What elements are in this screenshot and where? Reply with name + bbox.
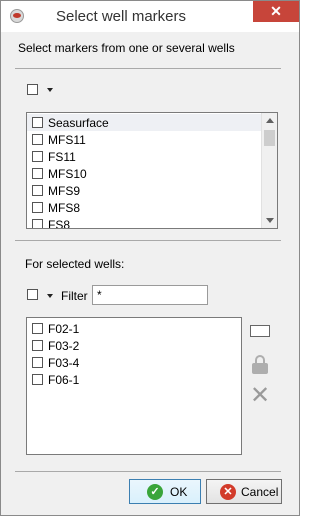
marker-label: MFS11 xyxy=(48,133,86,147)
dialog-window: Select well markers ✕ Select markers fro… xyxy=(0,0,300,516)
well-checkbox[interactable] xyxy=(32,357,43,368)
list-item[interactable]: MFS11 xyxy=(27,131,277,148)
marker-label: MFS8 xyxy=(48,201,81,215)
scroll-down-arrow-icon[interactable] xyxy=(266,218,274,223)
well-label: F06-1 xyxy=(48,373,80,387)
filter-label: Filter xyxy=(61,289,88,303)
markers-list[interactable]: Seasurface MFS11 FS11 MFS10 MFS9 MFS8 FS… xyxy=(26,112,278,229)
marker-checkbox[interactable] xyxy=(32,185,43,196)
marker-label: Seasurface xyxy=(48,116,109,130)
marker-checkbox[interactable] xyxy=(32,151,43,162)
list-item[interactable]: F03-2 xyxy=(27,337,241,354)
markers-menu-arrow-icon[interactable] xyxy=(47,88,53,92)
list-item[interactable]: MFS9 xyxy=(27,182,277,199)
markers-scrollbar[interactable] xyxy=(261,113,277,228)
marker-checkbox[interactable] xyxy=(32,219,43,228)
marker-checkbox[interactable] xyxy=(32,202,43,213)
select-all-wells-checkbox[interactable] xyxy=(27,289,38,300)
title-bar: Select well markers ✕ xyxy=(1,1,299,32)
marker-label: FS11 xyxy=(48,150,76,164)
marker-checkbox[interactable] xyxy=(32,134,43,145)
list-item[interactable]: FS11 xyxy=(27,148,277,165)
markers-heading: Select markers from one or several wells xyxy=(18,41,235,55)
close-button[interactable]: ✕ xyxy=(253,1,299,22)
list-item[interactable]: MFS8 xyxy=(27,199,277,216)
divider xyxy=(15,240,281,241)
scroll-thumb[interactable] xyxy=(264,130,275,146)
well-checkbox[interactable] xyxy=(32,323,43,334)
list-item[interactable]: MFS10 xyxy=(27,165,277,182)
marker-label: MFS10 xyxy=(48,167,87,181)
well-checkbox[interactable] xyxy=(32,374,43,385)
remove-icon: ✕ xyxy=(249,382,271,409)
scroll-up-arrow-icon[interactable] xyxy=(266,118,274,123)
rename-button[interactable] xyxy=(249,320,271,342)
cancel-icon: ✕ xyxy=(220,484,236,500)
rename-icon xyxy=(250,325,270,337)
marker-checkbox[interactable] xyxy=(32,117,43,128)
well-checkbox[interactable] xyxy=(32,340,43,351)
list-item[interactable]: F03-4 xyxy=(27,354,241,371)
divider xyxy=(15,471,281,472)
wells-list[interactable]: F02-1 F03-2 F03-4 F06-1 xyxy=(26,317,242,455)
dialog-title: Select well markers xyxy=(55,8,187,25)
lock-button[interactable] xyxy=(249,353,271,375)
ok-button[interactable]: ✓ OK xyxy=(129,479,201,504)
wells-heading: For selected wells: xyxy=(25,257,125,271)
cancel-label: Cancel xyxy=(241,485,279,499)
well-label: F02-1 xyxy=(48,322,80,336)
cancel-button[interactable]: ✕ Cancel xyxy=(206,479,282,504)
ok-label: OK xyxy=(170,485,188,499)
marker-label: MFS9 xyxy=(48,184,81,198)
list-item[interactable]: F06-1 xyxy=(27,371,241,388)
list-item[interactable]: F02-1 xyxy=(27,320,241,337)
remove-button[interactable]: ✕ xyxy=(249,382,271,409)
checkmark-icon: ✓ xyxy=(147,484,163,500)
marker-checkbox[interactable] xyxy=(32,168,43,179)
list-item[interactable]: FS8 xyxy=(27,216,277,229)
well-label: F03-2 xyxy=(48,339,80,353)
divider xyxy=(15,68,281,69)
well-label: F03-4 xyxy=(48,356,80,370)
filter-input[interactable] xyxy=(92,285,208,305)
wells-menu-arrow-icon[interactable] xyxy=(47,294,53,298)
marker-label: FS8 xyxy=(48,218,71,229)
list-item[interactable]: Seasurface xyxy=(27,114,277,131)
select-all-markers-checkbox[interactable] xyxy=(27,84,38,95)
